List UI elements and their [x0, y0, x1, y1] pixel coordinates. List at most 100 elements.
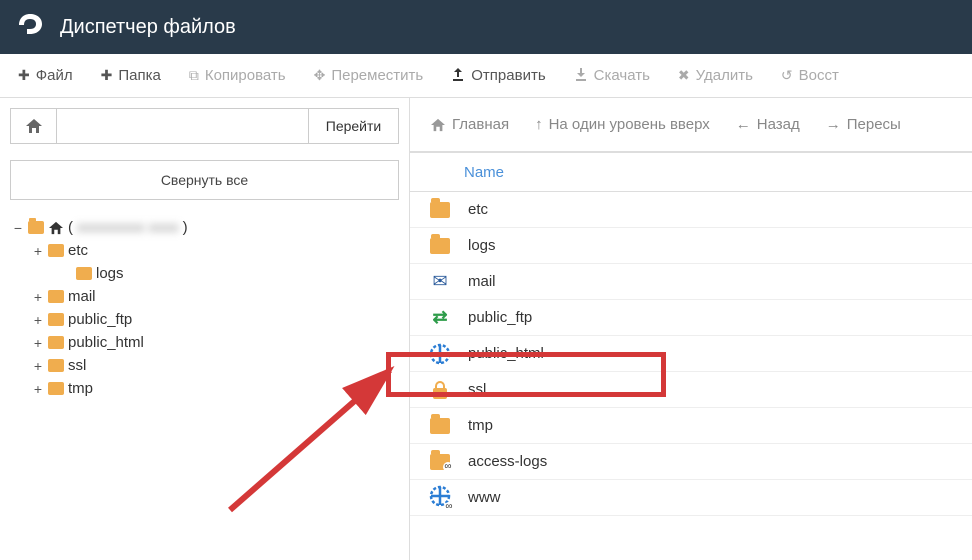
column-name[interactable]: Name	[460, 164, 504, 181]
table-row[interactable]: ∞ access-logs	[410, 444, 972, 480]
globe-icon	[429, 343, 451, 365]
table-row[interactable]: etc	[410, 192, 972, 228]
home-icon	[48, 221, 64, 235]
expand-icon[interactable]: +	[32, 243, 44, 259]
folder-icon	[430, 202, 450, 218]
tree-node[interactable]: + ssl	[32, 354, 399, 377]
folder-icon	[48, 313, 64, 326]
file-name: ssl	[468, 381, 486, 398]
tree-node[interactable]: + mail	[32, 285, 399, 308]
logo-icon	[14, 11, 46, 43]
mail-icon: ✉	[432, 271, 447, 292]
folder-icon	[430, 418, 450, 434]
tree-node[interactable]: + tmp	[32, 377, 399, 400]
tree-node[interactable]: + etc	[32, 239, 399, 262]
file-name: public_html	[468, 345, 544, 362]
collapse-all-button[interactable]: Свернуть все	[10, 160, 399, 200]
tree-label: ssl	[68, 357, 86, 374]
upload-button[interactable]: Отправить	[437, 59, 559, 92]
nav-home-button[interactable]: Главная	[420, 110, 519, 139]
copy-icon: ⧉	[189, 67, 199, 84]
table-row[interactable]: tmp	[410, 408, 972, 444]
arrow-right-icon: →	[826, 116, 841, 133]
delete-button[interactable]: ✖Удалить	[664, 59, 767, 92]
delete-icon: ✖	[678, 67, 690, 84]
arrow-up-icon: ↑	[535, 116, 543, 133]
plus-icon: ✚	[18, 67, 30, 84]
tree-node[interactable]: + public_ftp	[32, 308, 399, 331]
arrow-left-icon: ←	[736, 116, 751, 133]
transfer-icon: ⇄	[432, 307, 447, 328]
sidebar: Перейти Свернуть все − (xxxxxxxxx xxxx) …	[0, 98, 410, 560]
folder-icon	[430, 238, 450, 254]
nav-up-button[interactable]: ↑ На один уровень вверх	[525, 110, 720, 139]
move-icon: ✥	[314, 67, 326, 84]
expand-icon[interactable]: +	[32, 381, 44, 397]
file-name: public_ftp	[468, 309, 532, 326]
lock-icon	[433, 381, 447, 399]
path-group: Перейти	[10, 108, 399, 144]
tree-label: public_html	[68, 334, 144, 351]
copy-button[interactable]: ⧉Копировать	[175, 59, 300, 92]
content-container: Перейти Свернуть все − (xxxxxxxxx xxxx) …	[0, 98, 972, 560]
new-file-button[interactable]: ✚Файл	[4, 59, 87, 92]
collapse-icon[interactable]: −	[12, 220, 24, 236]
main-panel: Главная ↑ На один уровень вверх ← Назад …	[410, 98, 972, 560]
tree-node[interactable]: logs	[32, 262, 399, 285]
table-row[interactable]: ⇄ public_ftp	[410, 300, 972, 336]
tree-node[interactable]: + public_html	[32, 331, 399, 354]
table-row[interactable]: ✉ mail	[410, 264, 972, 300]
file-name: etc	[468, 201, 488, 218]
plus-icon: ✚	[101, 67, 113, 84]
expand-icon[interactable]: +	[32, 312, 44, 328]
folder-icon	[48, 336, 64, 349]
tree-label: tmp	[68, 380, 93, 397]
tree-label: public_ftp	[68, 311, 132, 328]
folder-icon	[48, 244, 64, 257]
file-name: mail	[468, 273, 496, 290]
file-list: etc logs ✉ mail ⇄ public_ftp public_htmlssl tmp…	[410, 192, 972, 516]
home-icon	[430, 118, 446, 132]
restore-icon: ↺	[781, 67, 793, 84]
tree-root[interactable]: − (xxxxxxxxx xxxx)	[12, 216, 399, 239]
file-name: tmp	[468, 417, 493, 434]
table-row[interactable]: ∞ www	[410, 480, 972, 516]
go-button[interactable]: Перейти	[308, 109, 398, 143]
upload-icon	[451, 67, 465, 84]
restore-button[interactable]: ↺Восст	[767, 59, 853, 92]
main-toolbar: ✚Файл ✚Папка ⧉Копировать ✥Переместить От…	[0, 54, 972, 98]
table-header: Name	[410, 152, 972, 192]
move-button[interactable]: ✥Переместить	[300, 59, 438, 92]
folder-icon	[76, 267, 92, 280]
folder-open-icon	[28, 221, 44, 234]
app-header: Диспетчер файлов	[0, 0, 972, 54]
nav-back-button[interactable]: ← Назад	[726, 110, 810, 139]
folder-icon	[48, 359, 64, 372]
folder-icon	[48, 382, 64, 395]
nav-toolbar: Главная ↑ На один уровень вверх ← Назад …	[410, 98, 972, 152]
file-name: www	[468, 489, 501, 506]
tree-label: etc	[68, 242, 88, 259]
home-icon	[25, 118, 43, 134]
table-row[interactable]: logs	[410, 228, 972, 264]
home-button[interactable]	[11, 109, 57, 143]
link-badge-icon: ∞	[444, 502, 454, 512]
app-title: Диспетчер файлов	[60, 16, 236, 39]
tree-label: logs	[96, 265, 124, 282]
expand-icon[interactable]: +	[32, 358, 44, 374]
nav-forward-button[interactable]: → Пересы	[816, 110, 911, 139]
download-button[interactable]: Скачать	[560, 59, 664, 92]
download-icon	[574, 67, 588, 84]
expand-icon[interactable]: +	[32, 335, 44, 351]
new-folder-button[interactable]: ✚Папка	[87, 59, 175, 92]
folder-icon	[48, 290, 64, 303]
folder-tree: − (xxxxxxxxx xxxx) + etclogs + mail + public_…	[10, 216, 399, 400]
expand-icon[interactable]: +	[32, 289, 44, 305]
path-input[interactable]	[57, 109, 308, 143]
link-badge-icon: ∞	[443, 462, 453, 472]
table-row[interactable]: ssl	[410, 372, 972, 408]
file-name: logs	[468, 237, 496, 254]
table-row[interactable]: public_html	[410, 336, 972, 372]
file-name: access-logs	[468, 453, 547, 470]
tree-label: mail	[68, 288, 96, 305]
